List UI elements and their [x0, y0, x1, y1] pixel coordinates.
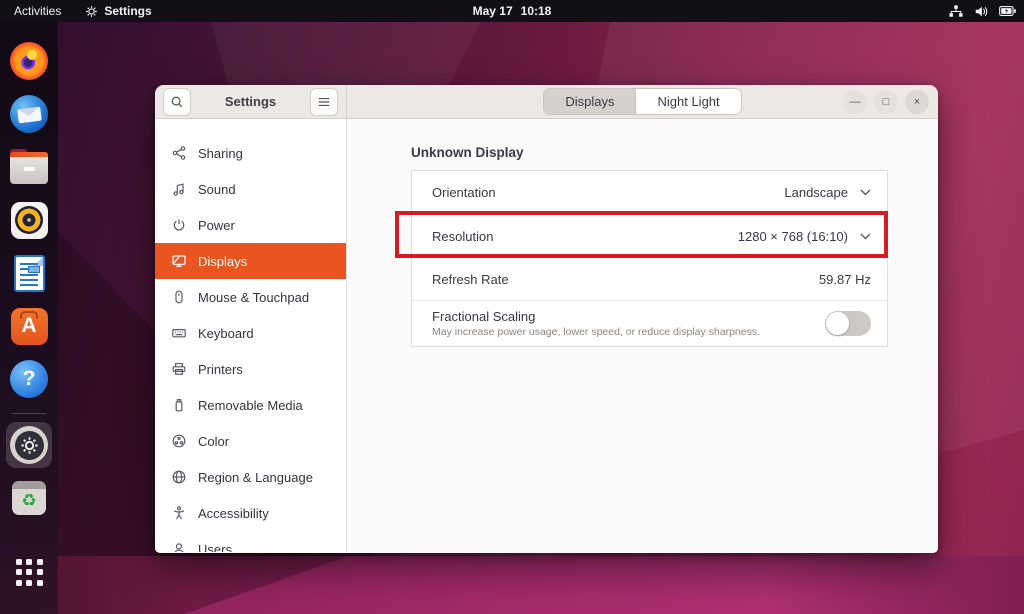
header-bar: Settings Displays Night Light — □ ×: [155, 85, 938, 119]
clock[interactable]: May 17 10:18: [473, 0, 552, 22]
refresh-rate-row: Refresh Rate 59.87 Hz: [412, 257, 887, 300]
resolution-label: Resolution: [432, 229, 493, 244]
refresh-rate-label: Refresh Rate: [432, 272, 509, 287]
menu-button[interactable]: [310, 88, 338, 116]
writer-icon: [14, 255, 45, 292]
dock-item-ubuntu-software[interactable]: A: [6, 303, 52, 349]
app-grid-icon: [16, 559, 43, 586]
dock-item-files[interactable]: [6, 144, 52, 190]
app-menu-label: Settings: [104, 4, 151, 18]
app-menu-button[interactable]: Settings: [75, 0, 161, 22]
orientation-value: Landscape: [784, 185, 848, 200]
sidebar-item-label: Printers: [198, 362, 243, 377]
dock-item-settings[interactable]: [6, 422, 52, 468]
dock-item-trash[interactable]: ♻: [6, 475, 52, 521]
main-header: Displays Night Light — □ ×: [347, 85, 938, 118]
chevron-down-icon: [860, 189, 871, 196]
window-title: Settings: [225, 94, 276, 109]
close-button[interactable]: ×: [905, 90, 929, 114]
fractional-scaling-subtitle: May increase power usage, lower speed, o…: [432, 326, 760, 338]
orientation-row[interactable]: Orientation Landscape: [412, 171, 887, 214]
sidebar-item-label: Sharing: [198, 146, 243, 161]
toggle-knob: [826, 312, 849, 335]
sidebar-item-removable-media[interactable]: Removable Media: [155, 387, 346, 423]
displays-panel: Unknown Display Orientation Landscape Re…: [347, 119, 938, 552]
sidebar-item-power[interactable]: Power: [155, 207, 346, 243]
maximize-button[interactable]: □: [874, 90, 898, 114]
sidebar-item-label: Removable Media: [198, 398, 303, 413]
sidebar-header: Settings: [155, 85, 347, 118]
sidebar-item-sound[interactable]: Sound: [155, 171, 346, 207]
dock-item-libreoffice-writer[interactable]: [6, 250, 52, 296]
search-button[interactable]: [163, 88, 191, 116]
settings-sidebar: Sharing Sound Power Displays: [155, 119, 347, 552]
section-title: Unknown Display: [411, 145, 888, 160]
show-applications-button[interactable]: [6, 549, 52, 595]
sidebar-item-label: Color: [198, 434, 229, 449]
dock-item-thunderbird[interactable]: [6, 91, 52, 137]
clock-time: 10:18: [521, 4, 552, 18]
sidebar-item-label: Region & Language: [198, 470, 313, 485]
fractional-scaling-toggle[interactable]: [825, 311, 871, 336]
dock-separator: [12, 413, 46, 414]
help-icon: ?: [10, 360, 48, 398]
dock: A ? ♻: [0, 22, 58, 614]
gear-icon: [85, 5, 98, 18]
sidebar-item-mouse-touchpad[interactable]: Mouse & Touchpad: [155, 279, 346, 315]
orientation-label: Orientation: [432, 185, 496, 200]
sidebar-item-printers[interactable]: Printers: [155, 351, 346, 387]
settings-icon: [10, 426, 48, 464]
system-tray[interactable]: [949, 0, 1016, 22]
dock-item-rhythmbox[interactable]: [6, 197, 52, 243]
dock-item-firefox[interactable]: [6, 38, 52, 84]
sidebar-item-label: Mouse & Touchpad: [198, 290, 309, 305]
window-controls: — □ ×: [843, 85, 929, 119]
tab-displays[interactable]: Displays: [544, 89, 635, 114]
sidebar-item-label: Keyboard: [198, 326, 254, 341]
sidebar-item-region-language[interactable]: Region & Language: [155, 459, 346, 495]
dock-item-help[interactable]: ?: [6, 356, 52, 402]
display-settings-list: Orientation Landscape Resolution 1280 × …: [411, 170, 888, 347]
firefox-icon: [10, 42, 48, 80]
thunderbird-icon: [10, 95, 48, 133]
sidebar-item-sharing[interactable]: Sharing: [155, 135, 346, 171]
sidebar-item-accessibility[interactable]: Accessibility: [155, 495, 346, 531]
clock-date: May 17: [473, 4, 513, 18]
chevron-down-icon: [860, 233, 871, 240]
resolution-value: 1280 × 768 (16:10): [738, 229, 848, 244]
sidebar-item-label: Accessibility: [198, 506, 269, 521]
search-icon: [170, 95, 184, 109]
rhythmbox-icon: [11, 202, 48, 239]
activities-button[interactable]: Activities: [0, 0, 75, 22]
fractional-scaling-label: Fractional Scaling: [432, 309, 760, 324]
window-body: Sharing Sound Power Displays: [155, 119, 938, 552]
gear-icon: [20, 436, 39, 455]
software-icon: A: [11, 308, 48, 345]
files-icon: [10, 154, 48, 184]
volume-icon: [974, 5, 988, 18]
sidebar-item-label: Displays: [198, 254, 247, 269]
minimize-button[interactable]: —: [843, 90, 867, 114]
resolution-row[interactable]: Resolution 1280 × 768 (16:10): [412, 214, 887, 257]
refresh-rate-value: 59.87 Hz: [819, 272, 871, 287]
sidebar-item-keyboard[interactable]: Keyboard: [155, 315, 346, 351]
view-switcher: Displays Night Light: [543, 88, 741, 115]
sidebar-item-label: Power: [198, 218, 235, 233]
battery-icon: [999, 5, 1016, 17]
network-icon: [949, 5, 963, 18]
trash-icon: ♻: [12, 481, 46, 515]
sidebar-item-label: Users: [198, 542, 232, 553]
top-bar: Activities Settings May 17 10:18: [0, 0, 1024, 22]
sidebar-item-users[interactable]: Users: [155, 531, 346, 552]
sidebar-item-label: Sound: [198, 182, 236, 197]
fractional-scaling-row: Fractional Scaling May increase power us…: [412, 300, 887, 346]
sidebar-item-displays[interactable]: Displays: [155, 243, 346, 279]
hamburger-icon: [317, 96, 331, 108]
sidebar-item-color[interactable]: Color: [155, 423, 346, 459]
settings-window: Settings Displays Night Light — □ ×: [155, 85, 938, 553]
tab-night-light[interactable]: Night Light: [635, 89, 740, 114]
